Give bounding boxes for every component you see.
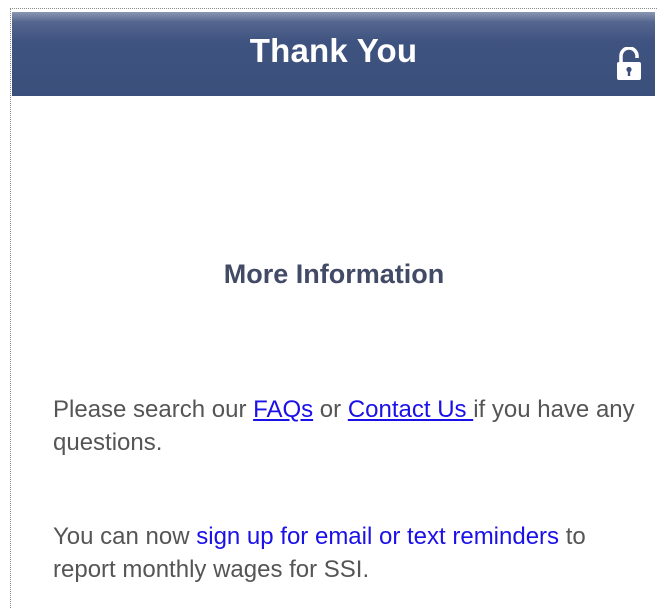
reminder-text-before: You can now [53,523,197,550]
section-heading: More Information [223,259,445,289]
faqs-link[interactable]: FAQs [253,396,313,423]
faq-contact-paragraph: Please search our FAQs or Contact Us if … [53,393,643,459]
page-frame: Thank You More Information Please search… [10,8,657,608]
page-title: Thank You [249,32,418,69]
unlocked-padlock-icon[interactable] [615,47,643,81]
page-header: Thank You [12,12,655,96]
signup-reminders-link[interactable]: sign up for email or text reminders [196,523,559,550]
contact-us-link[interactable]: Contact Us [348,396,473,423]
faq-text-before: Please search our [53,396,254,423]
faq-text-or: or [313,396,348,423]
reminder-paragraph: You can now sign up for email or text re… [53,520,643,586]
